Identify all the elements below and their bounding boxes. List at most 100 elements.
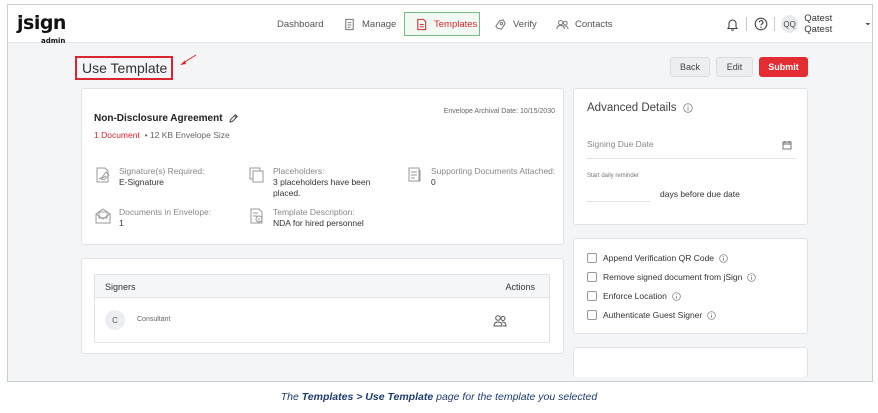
assign-contact-icon[interactable] (493, 314, 507, 327)
supporting-docs-icon (408, 167, 421, 182)
caption-post: page for the template you selected (433, 391, 598, 403)
due-date-placeholder: Signing Due Date (587, 139, 654, 149)
signers-table-header: Signers Actions (95, 275, 549, 298)
archival-date: Envelope Archival Date: 10/15/2030 (443, 108, 555, 115)
remove-signed-checkbox[interactable] (587, 272, 597, 282)
manage-icon (345, 18, 354, 30)
edit-button[interactable]: Edit (716, 57, 753, 77)
calendar-icon[interactable] (782, 140, 792, 150)
envelope-name-text: Non-Disclosure Agreement (94, 113, 223, 124)
placeholders-label: Placeholders: (273, 166, 325, 176)
callout-arrow-icon (180, 54, 197, 65)
documents-label: Documents in Envelope: (119, 207, 212, 217)
info-icon[interactable] (682, 103, 693, 113)
description-label: Template Description: (273, 207, 355, 217)
verify-icon (495, 18, 506, 30)
table-row: C Consultant (95, 298, 549, 343)
enforce-location-checkbox[interactable] (587, 291, 597, 301)
nav-manage[interactable]: Manage (343, 12, 396, 36)
submit-button[interactable]: Submit (759, 57, 808, 77)
documents-info: Documents in Envelope: 1 (94, 207, 234, 229)
contacts-icon (556, 19, 569, 29)
navbar-divider (746, 17, 747, 31)
authenticate-guest-checkbox[interactable] (587, 310, 597, 320)
nav-templates[interactable]: Templates (404, 12, 480, 36)
signature-value: E-Signature (119, 177, 164, 187)
page-title: Use Template (75, 56, 173, 80)
avatar: QQ (781, 15, 799, 33)
caption-bold-use-template: Use Template (365, 391, 434, 403)
supporting-docs-info: Supporting Documents Attached: 0 (406, 166, 556, 188)
app-frame: jsign admin Dashboard Manage Templates V… (7, 4, 873, 382)
enforce-location-label: Enforce Location (603, 291, 667, 301)
top-navbar: jsign admin Dashboard Manage Templates V… (8, 5, 872, 45)
chevron-down-icon (865, 23, 871, 26)
envelope-icon (95, 208, 111, 224)
logo-sub: admin (41, 37, 66, 45)
option-authenticate-guest[interactable]: Authenticate Guest Signer (587, 310, 717, 320)
advanced-details-title: Advanced Details (587, 102, 693, 114)
envelope-name: Non-Disclosure Agreement (94, 113, 239, 124)
description-value: NDA for hired personnel (273, 218, 364, 228)
caption-pre: The (280, 391, 302, 403)
info-icon[interactable] (719, 253, 728, 263)
supporting-docs-label: Supporting Documents Attached: (431, 166, 556, 176)
option-remove-signed[interactable]: Remove signed document from jSign (587, 272, 757, 282)
notifications-button[interactable] (726, 15, 739, 33)
pencil-icon[interactable] (228, 113, 239, 124)
nav-templates-label: Templates (434, 18, 478, 30)
document-count-link[interactable]: 1 Document (94, 130, 140, 140)
additional-card (573, 347, 808, 377)
help-icon (754, 17, 768, 31)
signature-info: Signature(s) Required: E-Signature (94, 166, 234, 188)
info-icon[interactable] (672, 291, 681, 301)
placeholders-icon (249, 167, 264, 183)
placeholders-value: 3 placeholders have been placed. (273, 177, 371, 198)
documents-value: 1 (119, 218, 124, 228)
supporting-docs-value: 0 (431, 177, 436, 187)
placeholders-info: Placeholders: 3 placeholders have been p… (248, 166, 388, 199)
jsign-logo[interactable]: jsign admin (17, 13, 66, 45)
signers-card: Signers Actions C Consultant (81, 258, 564, 354)
back-button[interactable]: Back (670, 57, 710, 77)
nav-dashboard-label: Dashboard (277, 18, 324, 30)
advanced-details-card: Advanced Details Signing Due Date Start … (573, 88, 808, 225)
navbar-divider (774, 17, 775, 31)
signature-icon (96, 167, 110, 183)
advanced-details-label: Advanced Details (587, 102, 677, 114)
info-icon[interactable] (747, 272, 757, 282)
signer-role: Consultant (137, 316, 171, 323)
nav-verify[interactable]: Verify (494, 12, 537, 36)
nav-contacts-label: Contacts (575, 18, 613, 30)
option-qr-code[interactable]: Append Verification QR Code (587, 253, 728, 263)
signer-avatar: C (105, 310, 125, 330)
help-button[interactable] (754, 15, 768, 33)
caption-bold-templates: Templates (301, 391, 354, 403)
qr-code-label: Append Verification QR Code (603, 253, 715, 263)
templates-icon (417, 18, 427, 30)
signers-table: Signers Actions C Consultant (94, 274, 550, 343)
qr-code-checkbox[interactable] (587, 253, 597, 263)
nav-verify-label: Verify (513, 18, 537, 30)
user-name: Qatest Qatest (804, 13, 833, 35)
reminder-label: Start daily reminder (587, 173, 640, 179)
reminder-suffix: days before due date (660, 189, 740, 199)
nav-dashboard[interactable]: Dashboard (277, 12, 323, 36)
option-enforce-location[interactable]: Enforce Location (587, 291, 681, 301)
actions-header: Actions (505, 282, 535, 292)
envelope-meta: 1 Document • 12 KB Envelope Size (94, 130, 230, 140)
nav-contacts[interactable]: Contacts (556, 12, 613, 36)
envelope-size: 12 KB Envelope Size (149, 130, 230, 140)
remove-signed-label: Remove signed document from jSign (603, 272, 743, 282)
nav-manage-label: Manage (362, 18, 397, 30)
envelope-card: Non-Disclosure Agreement Envelope Archiv… (81, 88, 564, 245)
bell-icon (726, 19, 739, 31)
figure-caption: The Templates > Use Template page for th… (0, 391, 878, 403)
info-icon[interactable] (707, 310, 717, 320)
caption-mid: > (353, 391, 366, 403)
signing-due-date-input[interactable]: Signing Due Date (587, 139, 796, 159)
reminder-days-input[interactable] (587, 184, 650, 202)
signers-header: Signers (105, 282, 136, 292)
authenticate-guest-label: Authenticate Guest Signer (603, 310, 703, 320)
user-menu[interactable]: QQ Qatest Qatest (781, 13, 872, 35)
